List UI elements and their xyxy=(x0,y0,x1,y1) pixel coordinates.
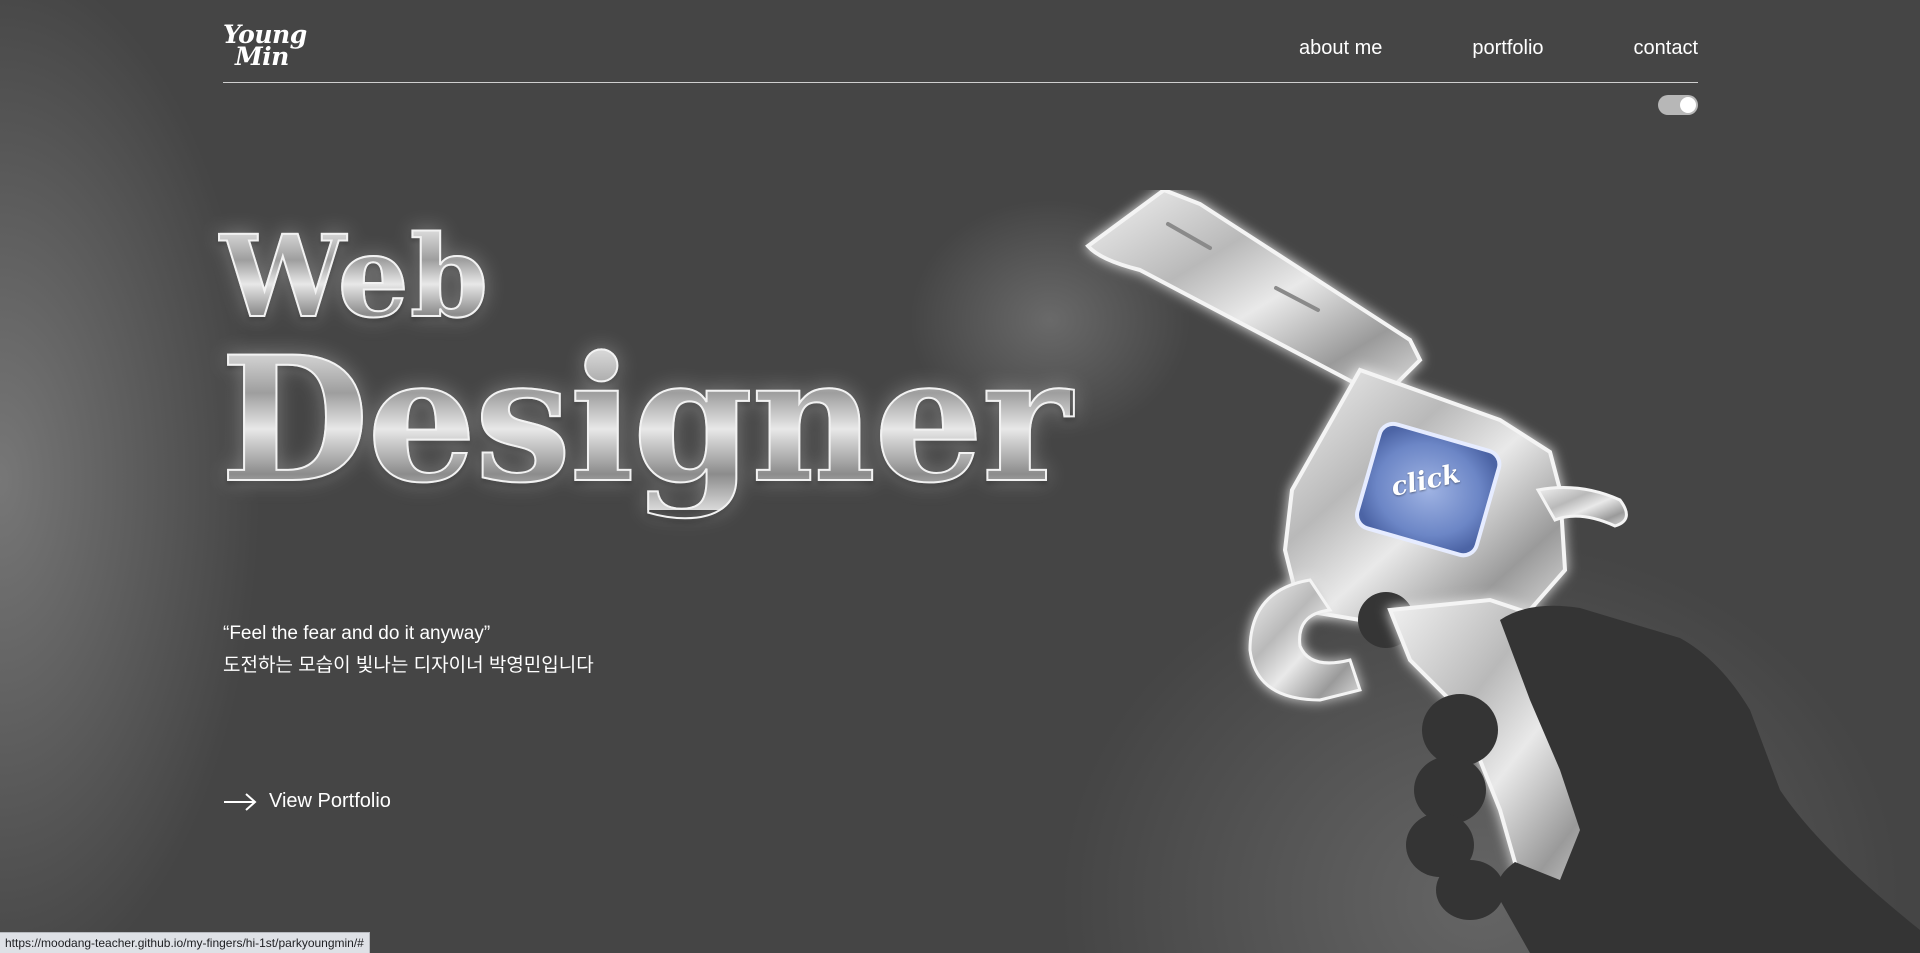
nav-link-contact[interactable]: contact xyxy=(1634,37,1698,60)
page: Young Min about me portfolio contact Web… xyxy=(0,0,1920,953)
view-portfolio-label: View Portfolio xyxy=(269,790,391,812)
revolver-illustration xyxy=(1085,190,1920,953)
arrow-right-icon xyxy=(224,792,257,811)
browser-status-url: https://moodang-teacher.github.io/my-fin… xyxy=(0,932,370,953)
logo[interactable]: Young Min xyxy=(223,22,307,71)
quote-korean: 도전하는 모습이 빛나는 디자이너 박영민입니다 xyxy=(223,655,594,676)
view-portfolio-link[interactable]: View Portfolio xyxy=(223,790,391,813)
hero-title-designer: Designer xyxy=(219,318,1073,521)
main-nav: about me portfolio contact xyxy=(1299,37,1698,60)
nav-link-portfolio[interactable]: portfolio xyxy=(1472,37,1543,60)
site-header: Young Min about me portfolio contact xyxy=(223,0,1698,83)
gun-barrel xyxy=(1085,190,1423,393)
click-button[interactable] xyxy=(1362,428,1488,548)
logo-line-2: Min xyxy=(235,42,289,71)
quote-english: “Feel the fear and do it anyway” xyxy=(223,623,491,644)
toggle-knob xyxy=(1680,97,1696,113)
theme-toggle[interactable] xyxy=(1658,95,1698,115)
hero-quote: “Feel the fear and do it anyway” 도전하는 모습… xyxy=(223,618,594,682)
nav-link-about-me[interactable]: about me xyxy=(1299,37,1382,60)
